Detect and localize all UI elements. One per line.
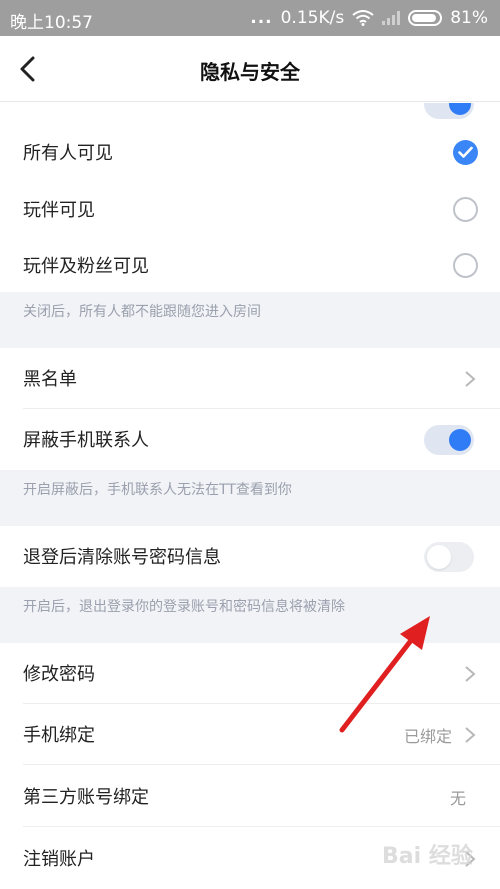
signal-icon (382, 11, 401, 25)
row-label: 手机绑定 (23, 725, 95, 746)
watermark-logo: Bai 经验 (382, 844, 473, 869)
status-icons: ... 0.15K/s 81% (250, 8, 488, 28)
checkmark-icon[interactable] (453, 140, 478, 165)
partial-row (0, 103, 500, 122)
hint-text: 关闭后，所有人都不能跟随您进入房间 (23, 304, 261, 320)
nav-bar: 隐私与安全 (0, 36, 500, 102)
annotation-arrow (339, 616, 430, 733)
follow-hint: 关闭后，所有人都不能跟随您进入房间 (0, 292, 500, 348)
network-speed: 0.15K/s (280, 8, 345, 28)
chevron-right-icon (465, 727, 476, 743)
status-bar: 晚上10:57 ... 0.15K/s 81% (0, 0, 500, 36)
status-dots: ... (250, 8, 273, 28)
option-label: 玩伴及粉丝可见 (23, 256, 149, 277)
row-label: 屏蔽手机联系人 (23, 430, 149, 451)
contacts-hint: 开启屏蔽后，手机联系人无法在TT查看到你 (0, 470, 500, 526)
wifi-icon (352, 10, 374, 26)
status-time: 晚上10:57 (10, 13, 93, 33)
blacklist-row[interactable]: 黑名单 (0, 348, 500, 409)
third-party-binding-row[interactable]: 第三方账号绑定 无 (0, 766, 500, 827)
row-label: 黑名单 (23, 369, 77, 390)
option-playmates[interactable]: 玩伴可见 (0, 179, 500, 240)
option-label: 玩伴可见 (23, 200, 95, 221)
option-playmates-fans[interactable]: 玩伴及粉丝可见 (0, 235, 500, 296)
row-label: 退登后清除账号密码信息 (23, 547, 221, 568)
hint-text: 开启屏蔽后，手机联系人无法在TT查看到你 (23, 482, 292, 498)
row-label: 修改密码 (23, 664, 95, 685)
third-party-status: 无 (449, 789, 466, 808)
row-label: 注销账户 (23, 849, 95, 870)
battery-percent: 81% (450, 8, 488, 28)
option-label: 所有人可见 (23, 143, 113, 164)
battery-icon (408, 10, 443, 26)
page-title: 隐私与安全 (200, 60, 300, 84)
block-contacts-toggle[interactable] (424, 425, 474, 455)
radio-empty-icon[interactable] (453, 197, 478, 222)
chevron-right-icon (465, 371, 476, 387)
hint-text: 开启后，退出登录你的登录账号和密码信息将被清除 (23, 599, 345, 615)
clear-credentials-toggle[interactable] (424, 542, 474, 572)
clear-credentials-row: 退登后清除账号密码信息 (0, 526, 500, 587)
chevron-right-icon (465, 666, 476, 682)
block-contacts-row: 屏蔽手机联系人 (0, 409, 500, 470)
radio-empty-icon[interactable] (453, 253, 478, 278)
row-label: 第三方账号绑定 (23, 787, 149, 808)
partial-toggle[interactable] (424, 103, 474, 119)
option-everyone[interactable]: 所有人可见 (0, 122, 500, 183)
